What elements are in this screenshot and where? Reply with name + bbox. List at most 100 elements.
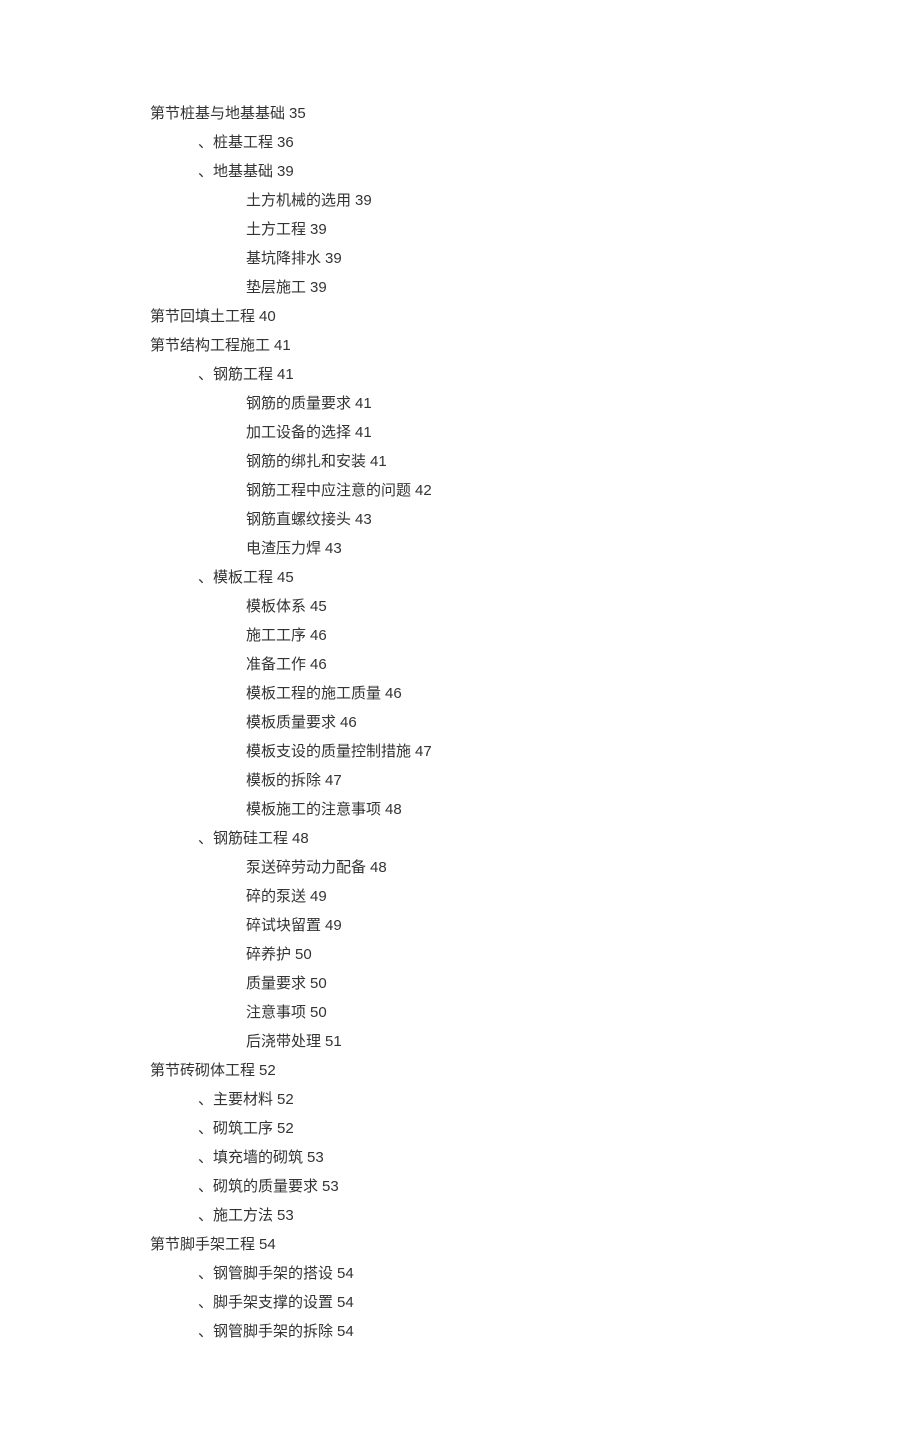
toc-entry-page: 47 <box>325 767 342 794</box>
toc-entry: 、地基基础39 <box>150 158 770 185</box>
toc-entry-title: 模板的拆除 <box>246 767 321 794</box>
toc-entry-page: 40 <box>259 303 276 330</box>
toc-entry: 模板工程的施工质量46 <box>150 680 770 707</box>
toc-entry: 注意事项50 <box>150 999 770 1026</box>
toc-entry: 钢筋的质量要求41 <box>150 390 770 417</box>
toc-entry: 碎试块留置49 <box>150 912 770 939</box>
toc-entry-page: 45 <box>277 564 294 591</box>
toc-entry-title: 质量要求 <box>246 970 306 997</box>
toc-entry: 、砌筑工序52 <box>150 1115 770 1142</box>
toc-entry: 模板支设的质量控制措施47 <box>150 738 770 765</box>
toc-entry-page: 41 <box>370 448 387 475</box>
toc-entry: 、施工方法53 <box>150 1202 770 1229</box>
toc-entry: 准备工作46 <box>150 651 770 678</box>
toc-entry: 碎的泵送49 <box>150 883 770 910</box>
toc-entry-title: 土方机械的选用 <box>246 187 351 214</box>
toc-entry-title: 碎的泵送 <box>246 883 306 910</box>
toc-entry-page: 52 <box>259 1057 276 1084</box>
toc-entry-page: 41 <box>355 419 372 446</box>
toc-entry-title: 第节回填土工程 <box>150 303 255 330</box>
toc-entry-page: 46 <box>310 622 327 649</box>
toc-entry-title: 、施工方法 <box>198 1202 273 1229</box>
toc-entry-title: 钢筋的质量要求 <box>246 390 351 417</box>
toc-entry-page: 49 <box>310 883 327 910</box>
toc-entry-page: 46 <box>385 680 402 707</box>
toc-entry-page: 41 <box>277 361 294 388</box>
toc-entry: 、主要材料52 <box>150 1086 770 1113</box>
toc-entry: 第节结构工程施工41 <box>150 332 770 359</box>
toc-entry-title: 、钢管脚手架的搭设 <box>198 1260 333 1287</box>
toc-entry: 模板体系45 <box>150 593 770 620</box>
toc-entry-title: 模板质量要求 <box>246 709 336 736</box>
toc-entry-title: 碎试块留置 <box>246 912 321 939</box>
toc-entry: 钢筋工程中应注意的问题42 <box>150 477 770 504</box>
toc-entry: 第节桩基与地基基础35 <box>150 100 770 127</box>
toc-entry: 碎养护50 <box>150 941 770 968</box>
toc-entry-page: 41 <box>355 390 372 417</box>
toc-entry: 、砌筑的质量要求53 <box>150 1173 770 1200</box>
toc-entry: 、模板工程45 <box>150 564 770 591</box>
toc-entry-title: 第节结构工程施工 <box>150 332 270 359</box>
toc-entry-page: 54 <box>337 1318 354 1345</box>
toc-entry: 、钢筋工程41 <box>150 361 770 388</box>
toc-entry: 、桩基工程36 <box>150 129 770 156</box>
toc-entry: 模板质量要求46 <box>150 709 770 736</box>
toc-entry-page: 50 <box>295 941 312 968</box>
toc-entry-page: 46 <box>310 651 327 678</box>
toc-entry: 第节脚手架工程54 <box>150 1231 770 1258</box>
toc-entry-page: 53 <box>322 1173 339 1200</box>
toc-entry-title: 、砌筑的质量要求 <box>198 1173 318 1200</box>
toc-entry-title: 加工设备的选择 <box>246 419 351 446</box>
toc-entry-page: 48 <box>292 825 309 852</box>
toc-entry-title: 钢筋工程中应注意的问题 <box>246 477 411 504</box>
toc-entry-title: 电渣压力焊 <box>246 535 321 562</box>
toc-entry-title: 、填充墙的砌筑 <box>198 1144 303 1171</box>
toc-entry-page: 35 <box>289 100 306 127</box>
toc-entry-page: 54 <box>337 1260 354 1287</box>
toc-entry-page: 46 <box>340 709 357 736</box>
toc-entry-page: 48 <box>370 854 387 881</box>
toc-entry: 第节砖砌体工程52 <box>150 1057 770 1084</box>
toc-entry-title: 、地基基础 <box>198 158 273 185</box>
toc-entry: 模板施工的注意事项48 <box>150 796 770 823</box>
toc-entry-page: 48 <box>385 796 402 823</box>
toc-entry: 、钢管脚手架的拆除54 <box>150 1318 770 1345</box>
toc-entry-title: 模板支设的质量控制措施 <box>246 738 411 765</box>
toc-entry-title: 碎养护 <box>246 941 291 968</box>
toc-entry-title: 模板体系 <box>246 593 306 620</box>
toc-entry-page: 39 <box>310 216 327 243</box>
toc-entry-page: 39 <box>277 158 294 185</box>
toc-entry-title: 注意事项 <box>246 999 306 1026</box>
toc-entry-title: 基坑降排水 <box>246 245 321 272</box>
toc-entry-title: 、砌筑工序 <box>198 1115 273 1142</box>
toc-entry: 模板的拆除47 <box>150 767 770 794</box>
toc-entry-page: 41 <box>274 332 291 359</box>
toc-entry: 基坑降排水39 <box>150 245 770 272</box>
toc-entry-title: 钢筋直螺纹接头 <box>246 506 351 533</box>
toc-entry: 第节回填土工程40 <box>150 303 770 330</box>
toc-entry-page: 39 <box>355 187 372 214</box>
toc-entry-page: 43 <box>325 535 342 562</box>
toc-entry-title: 第节桩基与地基基础 <box>150 100 285 127</box>
toc-entry-title: 准备工作 <box>246 651 306 678</box>
toc-entry-page: 47 <box>415 738 432 765</box>
toc-entry: 电渣压力焊43 <box>150 535 770 562</box>
toc-entry-page: 52 <box>277 1086 294 1113</box>
toc-entry-title: 泵送碎劳动力配备 <box>246 854 366 881</box>
toc-entry-title: 、钢筋工程 <box>198 361 273 388</box>
toc-entry-title: 、桩基工程 <box>198 129 273 156</box>
toc-entry: 土方工程39 <box>150 216 770 243</box>
toc-entry: 施工工序46 <box>150 622 770 649</box>
toc-entry-page: 53 <box>307 1144 324 1171</box>
toc-entry-title: 、钢管脚手架的拆除 <box>198 1318 333 1345</box>
table-of-contents: 第节桩基与地基基础35、桩基工程36、地基基础39土方机械的选用39土方工程39… <box>150 100 770 1345</box>
toc-entry: 钢筋的绑扎和安装41 <box>150 448 770 475</box>
toc-entry: 土方机械的选用39 <box>150 187 770 214</box>
toc-entry-page: 51 <box>325 1028 342 1055</box>
toc-entry: 泵送碎劳动力配备48 <box>150 854 770 881</box>
toc-entry-page: 43 <box>355 506 372 533</box>
toc-entry: 、钢管脚手架的搭设54 <box>150 1260 770 1287</box>
toc-entry: 加工设备的选择41 <box>150 419 770 446</box>
toc-entry-title: 施工工序 <box>246 622 306 649</box>
toc-entry: 、钢筋硅工程48 <box>150 825 770 852</box>
